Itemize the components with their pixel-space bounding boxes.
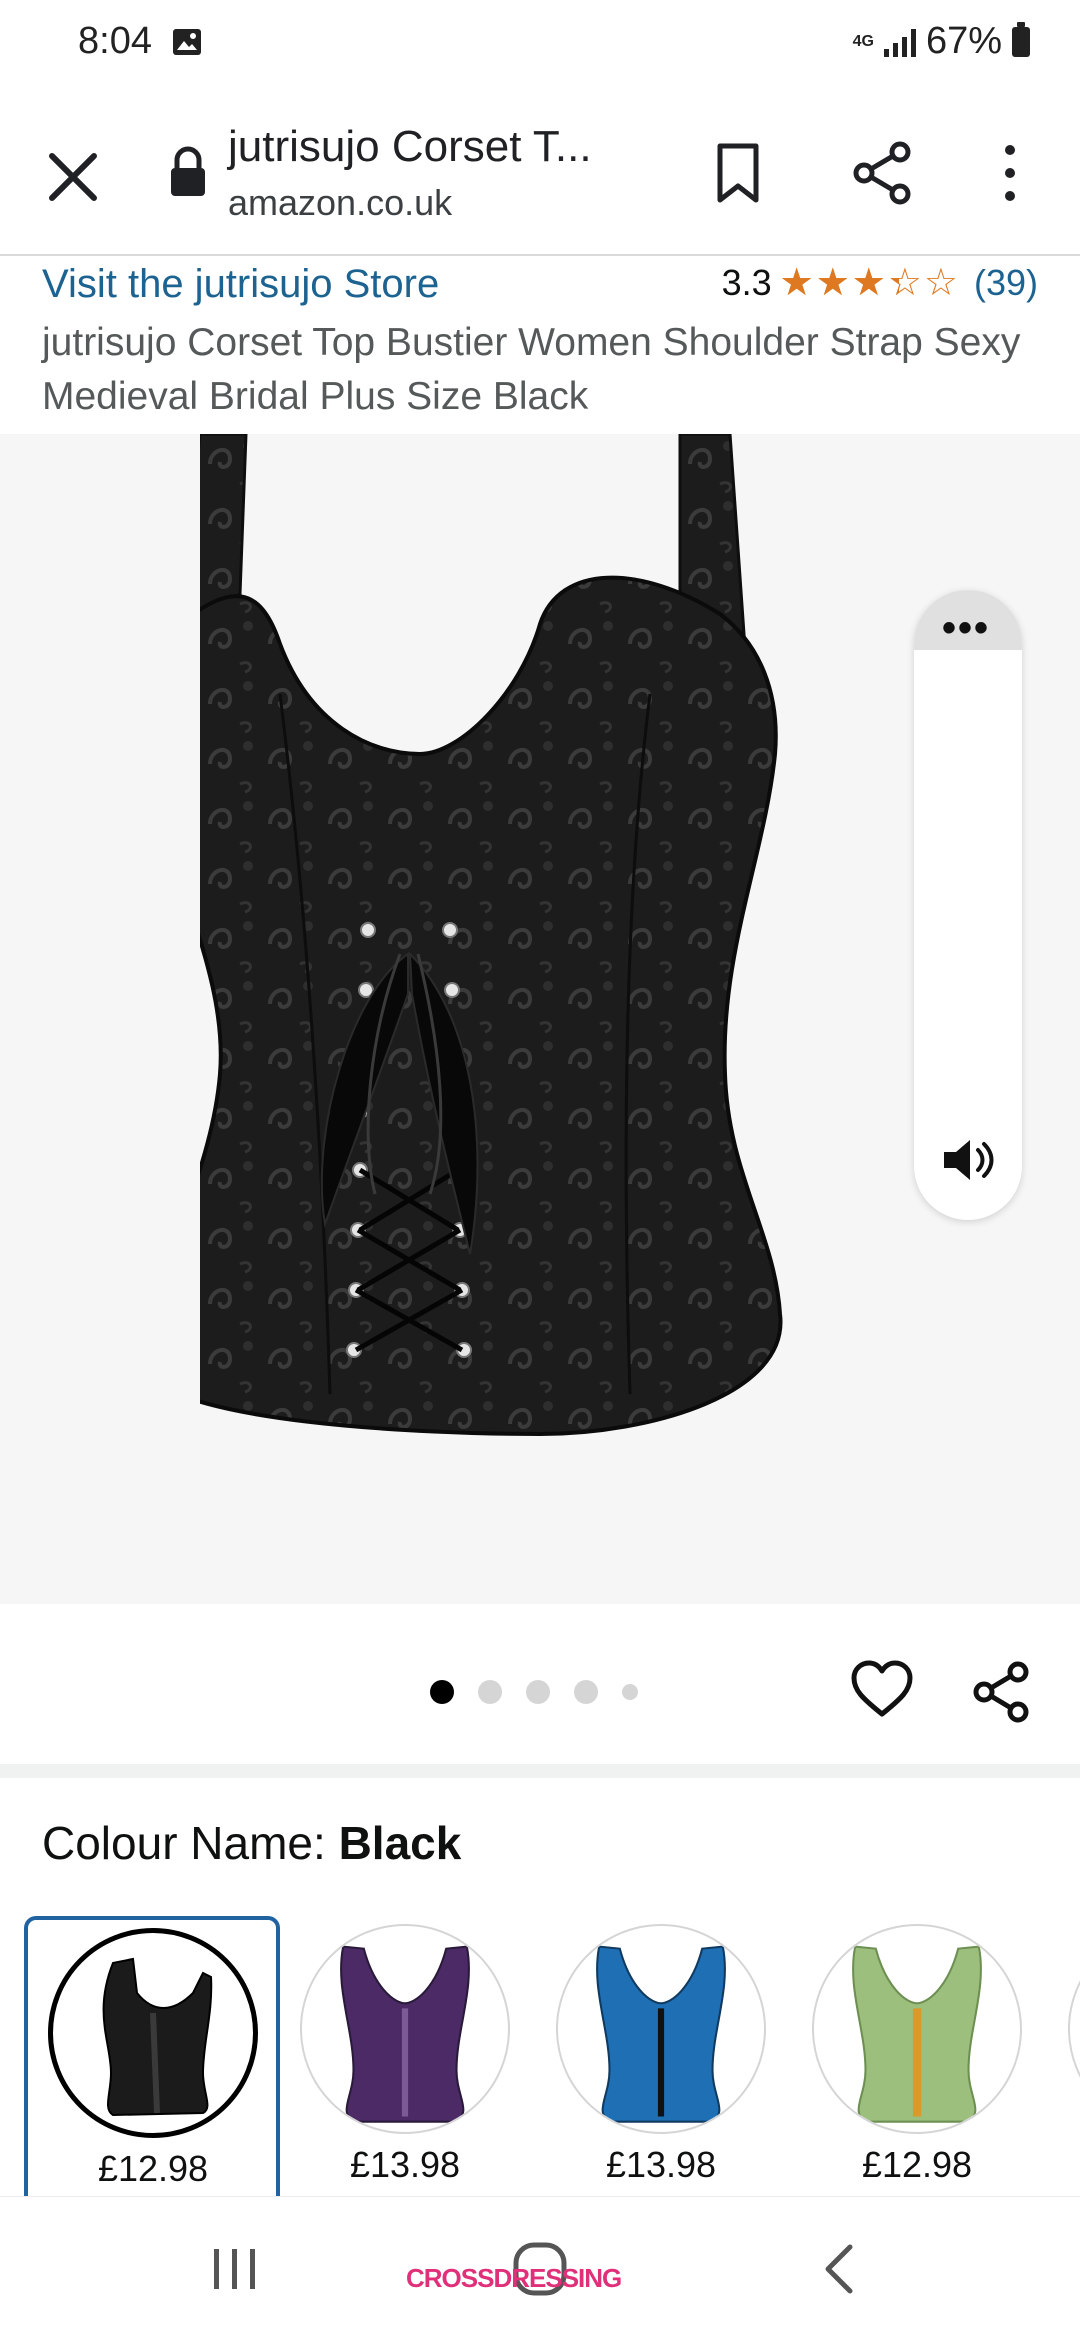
gallery-controls [0,1604,1080,1764]
colour-swatch-next[interactable] [1048,1916,1080,2196]
page-title[interactable]: jutrisujo Corset T... [228,122,592,172]
colour-label-text: Colour Name: [42,1817,326,1869]
gallery-notification-icon [173,29,201,55]
signal-icon [883,27,916,57]
rating-count[interactable]: (39) [974,262,1038,304]
colour-swatch-row[interactable]: £12.98 £13.98 £13.98 £12.98 [24,1916,1080,2196]
swatch-image [812,1924,1022,2134]
swatch-price: £12.98 [97,2148,209,2189]
colour-swatch-black[interactable]: £12.98 [24,1916,280,2196]
rating-summary[interactable]: 3.3 ☆☆☆☆☆ ★★★★★ (39) [722,260,1038,305]
star-rating-icon: ☆☆☆☆☆ ★★★★★ [779,262,960,304]
lock-icon[interactable] [168,144,208,200]
battery-percent: 67% [925,20,1002,62]
swatch-image [48,1928,258,2138]
product-image-gallery[interactable]: ••• [0,434,1080,1604]
back-icon[interactable] [820,2243,860,2295]
battery-icon [1012,21,1030,57]
system-nav-bar: CROSSDRESSING [0,2196,1080,2340]
colour-name-label: Colour Name: Black [42,1816,461,1870]
pager-dot-3[interactable] [526,1680,550,1704]
video-more-icon[interactable]: ••• [942,608,990,648]
bookmark-icon[interactable] [708,138,768,208]
share-product-icon[interactable] [970,1660,1034,1724]
pager-dot-5[interactable] [622,1684,638,1700]
browser-toolbar: jutrisujo Corset T... amazon.co.uk [0,100,1080,256]
status-indicators: 4G 67% [853,20,1030,63]
image-pager[interactable] [430,1680,638,1704]
rating-value: 3.3 [721,261,772,303]
section-divider [0,1764,1080,1778]
colour-swatch-blue[interactable]: £13.98 [536,1916,792,2196]
pager-dot-4[interactable] [574,1680,598,1704]
volume-icon[interactable] [940,1134,998,1186]
swatch-price: £13.98 [349,2144,461,2185]
pager-dot-1[interactable] [430,1680,454,1704]
page-domain[interactable]: amazon.co.uk [228,182,452,224]
swatch-price: £12.98 [861,2144,973,2185]
close-icon[interactable] [38,142,108,212]
colour-swatch-purple[interactable]: £13.98 [280,1916,536,2196]
colour-swatch-green[interactable]: £12.98 [792,1916,1048,2196]
recent-apps-icon[interactable] [210,2247,260,2291]
product-title: jutrisujo Corset Top Bustier Women Shoul… [42,321,1021,418]
swatch-price: £13.98 [605,2144,717,2185]
status-time: 8:04 [78,20,152,62]
status-bar: 8:04 4G 67% [0,0,1080,90]
network-type: 4G [852,32,874,50]
store-link[interactable]: Visit the jutrisujo Store [42,262,439,307]
video-panel[interactable]: ••• [914,590,1022,1220]
swatch-image [1068,1924,1080,2134]
share-icon[interactable] [848,138,918,208]
heart-icon[interactable] [850,1660,914,1720]
swatch-image [556,1924,766,2134]
watermark: CROSSDRESSING [406,2263,622,2293]
more-options-icon[interactable] [990,138,1030,208]
product-image[interactable] [200,434,880,1604]
swatch-image [300,1924,510,2134]
pager-dot-2[interactable] [478,1680,502,1704]
colour-selected-value: Black [338,1817,462,1869]
